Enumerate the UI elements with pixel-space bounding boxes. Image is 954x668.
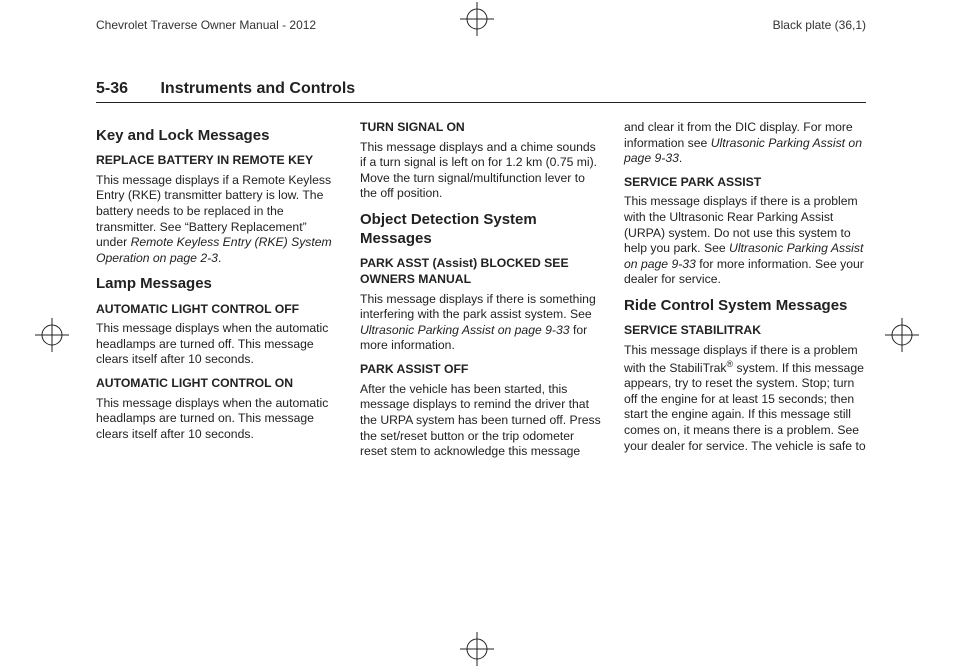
registration-mark-bottom: [460, 632, 494, 666]
ref-upa: Ultrasonic Parking Assist on page 9-33: [360, 323, 570, 337]
text: .: [218, 251, 221, 265]
text: This message displays if there is someth…: [360, 292, 596, 322]
heading-turn-signal: TURN SIGNAL ON: [360, 120, 602, 136]
page-number: 5-36: [96, 80, 128, 97]
para-park-assist-off: After the vehicle has been started, this…: [360, 382, 602, 460]
heading-key-lock: Key and Lock Messages: [96, 126, 338, 145]
heading-service-park-assist: SERVICE PARK ASSIST: [624, 175, 866, 191]
chapter-title: Instruments and Controls: [160, 80, 355, 97]
heading-lamp-messages: Lamp Messages: [96, 274, 338, 293]
heading-park-assist-off: PARK ASSIST OFF: [360, 362, 602, 378]
para-continued: and clear it from the DIC display. For m…: [624, 120, 866, 167]
para-turn-signal: This message displays and a chime sounds…: [360, 140, 602, 202]
plate-info: Black plate (36,1): [773, 18, 866, 32]
body-columns: Key and Lock Messages REPLACE BATTERY IN…: [96, 120, 866, 628]
chapter-header: 5-36 Instruments and Controls: [96, 80, 866, 103]
para-auto-off: This message displays when the automatic…: [96, 321, 338, 368]
page-meta-line: Chevrolet Traverse Owner Manual - 2012 B…: [96, 18, 866, 32]
para-service-park-assist: This message displays if there is a prob…: [624, 194, 866, 288]
text: .: [679, 151, 682, 165]
heading-auto-on: AUTOMATIC LIGHT CONTROL ON: [96, 376, 338, 392]
para-park-asst-blocked: This message displays if there is someth…: [360, 292, 602, 354]
registration-mark-left: [35, 318, 69, 352]
heading-auto-off: AUTOMATIC LIGHT CONTROL OFF: [96, 302, 338, 318]
manual-title: Chevrolet Traverse Owner Manual - 2012: [96, 18, 316, 32]
heading-replace-battery: REPLACE BATTERY IN REMOTE KEY: [96, 153, 338, 169]
para-service-stabilitrak: This message displays if there is a prob…: [624, 343, 866, 454]
para-replace-battery: This message displays if a Remote Keyles…: [96, 173, 338, 267]
ref-rke: Remote Keyless Entry (RKE) System Operat…: [96, 235, 332, 265]
heading-service-stabilitrak: SERVICE STABILITRAK: [624, 323, 866, 339]
heading-park-asst-blocked: PARK ASST (Assist) BLOCKED SEE OWNERS MA…: [360, 256, 602, 287]
heading-object-detection: Object Detection System Messages: [360, 210, 602, 248]
registration-mark-right: [885, 318, 919, 352]
heading-ride-control: Ride Control System Messages: [624, 296, 866, 315]
para-auto-on: This message displays when the automatic…: [96, 396, 338, 443]
